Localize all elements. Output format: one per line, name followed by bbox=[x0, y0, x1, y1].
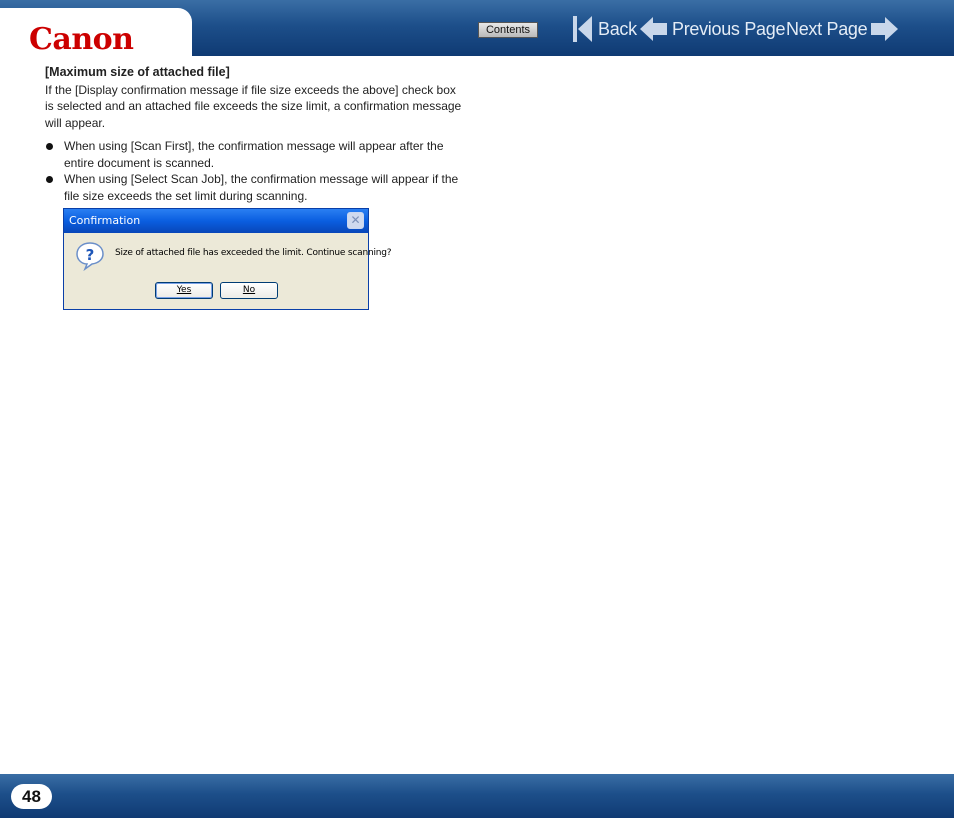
bullet-icon bbox=[46, 143, 53, 150]
canon-logo: Canon bbox=[29, 22, 134, 57]
close-icon[interactable]: ✕ bbox=[347, 212, 364, 229]
section-paragraph: If the [Display confirmation message if … bbox=[45, 82, 462, 130]
main-content: [Maximum size of attached file] If the [… bbox=[45, 64, 465, 204]
contents-button[interactable]: Contents bbox=[478, 22, 538, 38]
logo-tab: Canon bbox=[0, 8, 192, 57]
dialog-message: Size of attached file has exceeded the l… bbox=[115, 248, 392, 258]
back-button[interactable]: Back bbox=[572, 14, 637, 44]
yes-label: Yes bbox=[176, 285, 192, 295]
section-heading: [Maximum size of attached file] bbox=[45, 65, 230, 79]
dialog-title: Confirmation bbox=[69, 214, 141, 227]
svg-text:?: ? bbox=[86, 246, 95, 264]
bullet-list: When using [Scan First], the confirmatio… bbox=[45, 138, 465, 204]
question-icon: ? bbox=[76, 242, 104, 271]
back-label: Back bbox=[598, 18, 637, 39]
list-item: When using [Select Scan Job], the confir… bbox=[45, 171, 465, 204]
confirmation-dialog: Confirmation ✕ ? Size of attached file h… bbox=[63, 208, 392, 310]
no-label: No bbox=[242, 285, 256, 295]
no-button[interactable]: No bbox=[220, 282, 278, 299]
list-item-text: When using [Select Scan Job], the confir… bbox=[64, 172, 459, 203]
dialog-title-bar: Confirmation ✕ bbox=[64, 209, 368, 233]
bullet-icon bbox=[46, 176, 53, 183]
previous-page-button[interactable]: Previous Page bbox=[640, 14, 785, 44]
arrow-left-icon bbox=[640, 17, 667, 41]
next-page-label: Next Page bbox=[786, 18, 868, 39]
arrow-right-icon bbox=[871, 17, 899, 41]
previous-page-label: Previous Page bbox=[672, 18, 786, 39]
footer-bar: 48 bbox=[0, 774, 954, 818]
skip-back-icon bbox=[573, 16, 592, 42]
list-item: When using [Scan First], the confirmatio… bbox=[45, 138, 465, 171]
yes-button[interactable]: Yes bbox=[155, 282, 213, 299]
next-page-button[interactable]: Next Page bbox=[786, 14, 899, 44]
page-number: 48 bbox=[11, 784, 52, 809]
list-item-text: When using [Scan First], the confirmatio… bbox=[64, 139, 444, 170]
header-bar: Canon Contents Back Previous Page Next P… bbox=[0, 0, 954, 57]
